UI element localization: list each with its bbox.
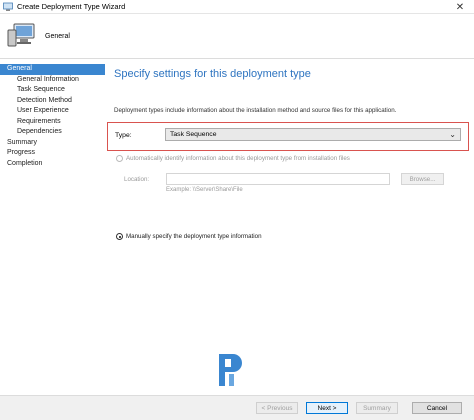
type-highlight-box: Type: Task Sequence ⌄: [107, 122, 469, 151]
title-bar: Create Deployment Type Wizard ✕: [0, 0, 474, 14]
location-label: Location:: [124, 176, 150, 183]
main-panel: Specify settings for this deployment typ…: [107, 60, 474, 395]
nav-item-user-experience[interactable]: User Experience: [0, 106, 105, 117]
logo-watermark: [219, 354, 242, 386]
auto-identify-radio[interactable]: [116, 155, 123, 162]
computer-monitor-icon: [7, 23, 35, 47]
close-icon: ✕: [455, 1, 465, 13]
auto-identify-label: Automatically identify information about…: [126, 155, 350, 162]
manual-specify-label: Manually specify the deployment type inf…: [126, 233, 262, 240]
chevron-down-icon: ⌄: [449, 130, 456, 139]
page-title: Specify settings for this deployment typ…: [114, 68, 311, 80]
window-title: Create Deployment Type Wizard: [17, 2, 126, 11]
header-heading: General: [45, 33, 70, 40]
cancel-button[interactable]: Cancel: [412, 402, 462, 414]
page-description: Deployment types include information abo…: [114, 107, 397, 114]
nav-item-dependencies[interactable]: Dependencies: [0, 127, 105, 138]
location-example: Example: \\Server\Share\File: [166, 187, 243, 193]
wizard-footer: < Previous Next > Summary Cancel: [0, 395, 474, 420]
nav-item-task-sequence[interactable]: Task Sequence: [0, 85, 105, 96]
summary-button[interactable]: Summary: [356, 402, 398, 414]
browse-button[interactable]: Browse...: [401, 173, 444, 185]
computer-icon: [3, 2, 13, 11]
type-label: Type:: [115, 132, 132, 139]
nav-item-completion[interactable]: Completion: [0, 159, 105, 170]
nav-item-detection-method[interactable]: Detection Method: [0, 96, 105, 107]
close-button[interactable]: ✕: [446, 0, 474, 14]
nav-item-general-information[interactable]: General Information: [0, 75, 105, 86]
location-input[interactable]: [166, 173, 390, 185]
next-button[interactable]: Next >: [306, 402, 348, 414]
wizard-navigation: General General Information Task Sequenc…: [0, 60, 105, 395]
nav-item-requirements[interactable]: Requirements: [0, 117, 105, 128]
type-dropdown-value: Task Sequence: [170, 131, 217, 138]
previous-button[interactable]: < Previous: [256, 402, 298, 414]
nav-item-progress[interactable]: Progress: [0, 148, 105, 159]
nav-item-general[interactable]: General: [0, 64, 105, 75]
type-dropdown[interactable]: Task Sequence ⌄: [165, 128, 461, 141]
manual-specify-radio[interactable]: [116, 233, 123, 240]
nav-item-summary[interactable]: Summary: [0, 138, 105, 149]
wizard-header: General: [0, 14, 474, 59]
